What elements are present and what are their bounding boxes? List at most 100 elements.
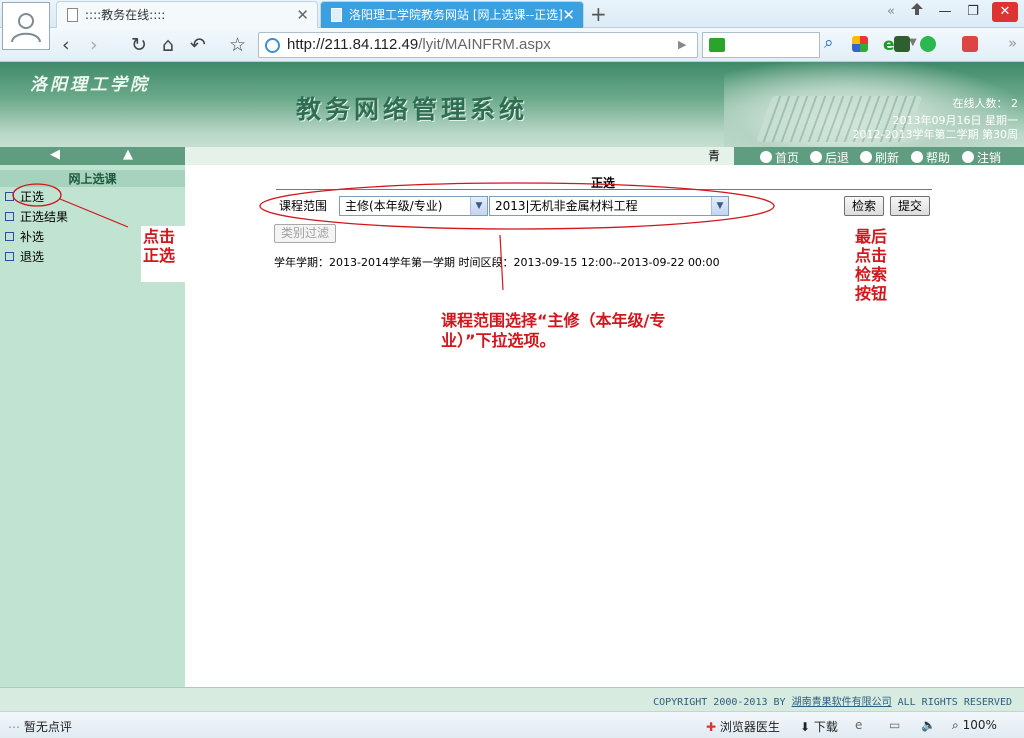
nav-logout-label: 注销 <box>977 151 1002 165</box>
undo-close-button[interactable]: ↶ <box>190 32 206 58</box>
logout-icon <box>962 151 974 163</box>
nav-help[interactable]: 帮助 <box>911 149 950 166</box>
menu-bar: ◀ ▲ 青 首页 后退 刷新 帮助 注销 <box>0 147 1024 165</box>
close-window-button[interactable]: ✕ <box>992 2 1018 22</box>
nav-home[interactable]: 首页 <box>760 149 799 166</box>
sidebar-item-supplementary[interactable]: 补选 <box>5 228 44 245</box>
refresh-button[interactable]: ↻ <box>131 32 147 58</box>
nav-refresh-label: 刷新 <box>875 151 900 165</box>
system-name: 教务网络管理系统 <box>296 95 529 124</box>
chevron-down-icon[interactable]: ▼ <box>470 197 487 215</box>
apps-icon[interactable] <box>852 36 868 52</box>
copyright-prefix: COPYRIGHT 2000-2013 BY <box>653 697 792 708</box>
zoom-control[interactable]: ⌕ 100% <box>952 718 997 733</box>
media-icon[interactable] <box>894 36 910 52</box>
sidebar-title: 网上选课 <box>0 170 185 187</box>
ie-mode-icon[interactable]: e <box>883 35 895 55</box>
url-host: http://211.84.112.49 <box>287 36 419 53</box>
more-tools-icon[interactable]: » <box>1008 34 1017 52</box>
scope-select[interactable]: 主修(本年级/专业) ▼ <box>339 196 488 216</box>
nav-back[interactable]: 后退 <box>810 149 849 166</box>
address-dropdown-icon[interactable]: ▼ <box>909 37 917 48</box>
page-icon <box>67 8 78 22</box>
user-name: 青 <box>708 149 721 163</box>
address-bar[interactable]: http://211.84.112.49/lyit/MAINFRM.aspx e… <box>258 32 917 58</box>
tab-close-icon[interactable]: ✕ <box>296 2 309 28</box>
site-info-icon[interactable] <box>265 38 280 53</box>
sidebar-item-main-selection[interactable]: 正选 <box>5 188 44 205</box>
chevron-down-icon[interactable]: ▼ <box>711 197 728 215</box>
doctor-label: 浏览器医生 <box>719 720 780 734</box>
translate-icon[interactable] <box>962 36 978 52</box>
term-info: 学年学期：2013-2014学年第一学期 时间区段：2013-09-15 12:… <box>274 256 720 269</box>
tab-scroll-left-icon[interactable]: « <box>878 2 904 22</box>
comment-label: 暂无点评 <box>23 720 72 734</box>
comment-button[interactable]: ⋯ 暂无点评 <box>8 718 72 735</box>
checkbox-icon <box>5 252 14 261</box>
back-icon <box>810 151 822 163</box>
nav-back-label: 后退 <box>825 151 850 165</box>
user-avatar-icon <box>11 13 41 43</box>
collapse-up-icon[interactable]: ▲ <box>123 147 133 162</box>
scope-label: 课程范围 <box>279 199 328 213</box>
minimize-button[interactable]: — <box>932 2 958 22</box>
search-icon[interactable]: ⌕ <box>824 33 834 53</box>
category-filter-button[interactable]: 类别过滤 <box>274 224 336 243</box>
major-select-value: 2013|无机非金属材料工程 <box>495 199 638 213</box>
refresh-icon <box>860 151 872 163</box>
major-select[interactable]: 2013|无机非金属材料工程 ▼ <box>489 196 729 216</box>
sidebar-controls: ◀ ▲ <box>0 147 185 165</box>
tab-close-icon[interactable]: ✕ <box>562 2 575 28</box>
annotation-last-click: 最后 点击 检索 按钮 <box>853 226 909 320</box>
online-label: 在线人数： <box>952 97 1008 110</box>
submit-button[interactable]: 提交 <box>890 196 930 216</box>
pin-icon[interactable] <box>904 2 930 22</box>
volume-icon[interactable]: 🔈 <box>921 718 936 732</box>
url-text[interactable]: http://211.84.112.49/lyit/MAINFRM.aspx <box>287 36 551 53</box>
top-nav: 首页 后退 刷新 帮助 注销 <box>734 147 1024 165</box>
home-button[interactable]: ⌂ <box>162 32 174 58</box>
browser-toolbar: ‹ › ↻ ⌂ ↶ ☆ http://211.84.112.49/lyit/MA… <box>0 28 1024 62</box>
nav-logout[interactable]: 注销 <box>962 149 1001 166</box>
browser-status-bar: ⋯ 暂无点评 ✚ 浏览器医生 ⬇ 下载 e ▭ 🔈 ⌕ 100% <box>0 711 1024 738</box>
home-icon <box>760 151 772 163</box>
sidebar-item-selection-result[interactable]: 正选结果 <box>5 208 68 225</box>
tab-label: ::::教务在线:::: <box>85 8 166 22</box>
sidebar-item-label: 退选 <box>20 250 45 264</box>
comment-icon: ⋯ <box>8 720 20 734</box>
annotation-click-main: 点击 正选 <box>141 226 185 282</box>
search-box[interactable] <box>702 32 820 58</box>
back-button[interactable]: ‹ <box>62 32 70 58</box>
security-shield-icon[interactable] <box>920 36 936 52</box>
screenshot-icon[interactable]: ▭ <box>889 718 900 732</box>
download-icon: ⬇ <box>800 720 811 734</box>
go-button[interactable]: ▶ <box>678 38 686 51</box>
tab-jiaowu-online[interactable]: ::::教务在线:::: ✕ <box>56 1 318 28</box>
copyright-suffix: ALL RIGHTS RESERVED <box>891 697 1012 708</box>
user-profile-button[interactable] <box>2 2 50 50</box>
restore-button[interactable]: ❐ <box>960 2 986 22</box>
ie-compat-icon[interactable]: e <box>855 718 862 732</box>
checkbox-icon <box>5 192 14 201</box>
new-tab-button[interactable]: + <box>590 2 607 26</box>
annotation-scope-hint: 课程范围选择“主修（本年级/专业）”下拉选项。 <box>439 309 699 385</box>
search-engine-icon[interactable] <box>709 38 725 52</box>
nav-refresh[interactable]: 刷新 <box>860 149 899 166</box>
download-button[interactable]: ⬇ 下载 <box>800 718 838 735</box>
browser-doctor-button[interactable]: ✚ 浏览器医生 <box>706 718 780 735</box>
sidebar-item-withdraw[interactable]: 退选 <box>5 248 44 265</box>
doctor-icon: ✚ <box>706 720 717 734</box>
checkbox-icon <box>5 232 14 241</box>
browser-tab-bar: ::::教务在线:::: ✕ 洛阳理工学院教务网站 [网上选课--正选] ✕ +… <box>0 0 1024 50</box>
tab-course-selection[interactable]: 洛阳理工学院教务网站 [网上选课--正选] ✕ <box>320 1 584 28</box>
company-link[interactable]: 湖南青果软件有限公司 <box>792 697 892 708</box>
page-icon <box>331 8 342 22</box>
favorite-star-icon[interactable]: ☆ <box>229 32 246 58</box>
search-button[interactable]: 检索 <box>844 196 884 216</box>
collapse-left-icon[interactable]: ◀ <box>50 147 60 162</box>
sidebar-item-label: 正选结果 <box>20 210 69 224</box>
section-divider <box>276 189 932 190</box>
forward-button[interactable]: › <box>90 32 98 58</box>
page-footer: COPYRIGHT 2000-2013 BY 湖南青果软件有限公司 ALL RI… <box>0 687 1024 711</box>
nav-help-label: 帮助 <box>926 151 951 165</box>
